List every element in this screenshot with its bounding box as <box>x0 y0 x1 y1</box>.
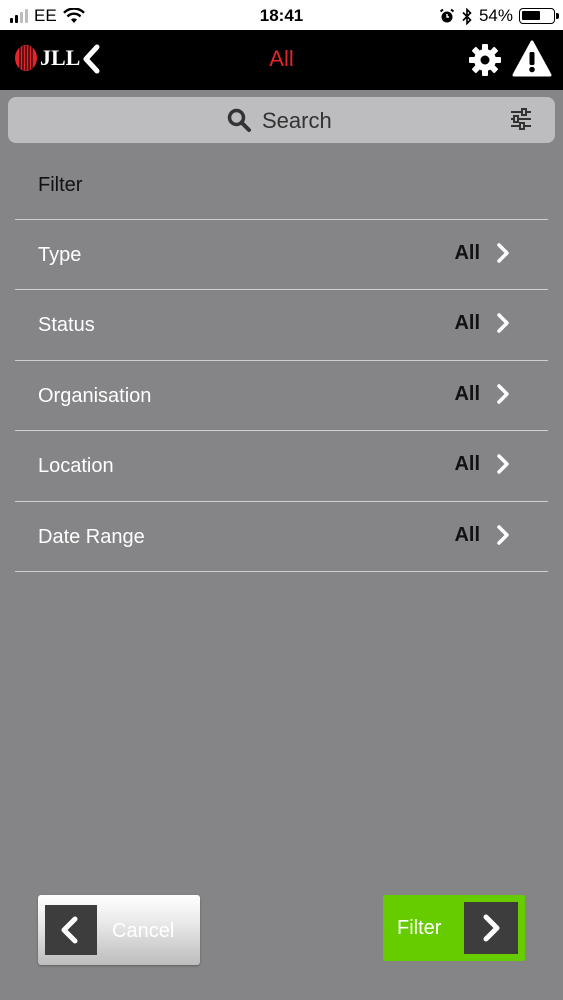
filter-button[interactable]: Filter <box>383 895 525 961</box>
search-input[interactable]: Search <box>262 108 332 134</box>
status-right: 54% <box>439 6 559 26</box>
battery-icon <box>519 8 559 24</box>
chevron-right-icon <box>497 454 509 474</box>
filter-row-organisation[interactable]: Organisation All <box>15 360 548 430</box>
filter-heading: Filter <box>38 174 83 196</box>
filter-label: Filter <box>397 917 442 939</box>
search-bar[interactable]: Search <box>8 97 555 143</box>
filter-row-date-range[interactable]: Date Range All <box>15 501 548 571</box>
app-header: JLL All <box>0 30 563 90</box>
cancel-label: Cancel <box>112 920 175 942</box>
filter-row-value: All <box>454 312 480 334</box>
gear-icon[interactable] <box>468 43 502 77</box>
filter-row-value: All <box>454 453 480 475</box>
filter-row-type[interactable]: Type All <box>15 219 548 289</box>
filter-row-label: Type <box>38 244 82 266</box>
chevron-right-icon <box>497 525 509 545</box>
warning-icon[interactable] <box>512 40 552 78</box>
filter-row-value: All <box>454 524 480 546</box>
filter-row-status[interactable]: Status All <box>15 289 548 359</box>
list-divider <box>15 571 548 572</box>
status-bar: EE 18:41 54% <box>0 0 563 30</box>
filter-row-value: All <box>454 242 480 264</box>
filter-row-label: Date Range <box>38 526 145 548</box>
filter-sliders-icon[interactable] <box>510 108 532 130</box>
filter-row-value: All <box>454 383 480 405</box>
filter-row-label: Location <box>38 455 114 477</box>
chevron-left-icon <box>45 905 97 955</box>
bluetooth-icon <box>462 7 472 25</box>
chevron-right-icon <box>497 384 509 404</box>
chevron-right-icon <box>497 313 509 333</box>
cancel-button[interactable]: Cancel <box>38 895 200 965</box>
filter-row-label: Status <box>38 314 95 336</box>
alarm-icon <box>439 8 455 23</box>
battery-percent: 54% <box>478 6 513 25</box>
filter-row-label: Organisation <box>38 385 152 407</box>
chevron-right-icon <box>464 902 518 954</box>
search-icon <box>227 108 251 132</box>
filter-row-location[interactable]: Location All <box>15 430 548 500</box>
chevron-right-icon <box>497 243 509 263</box>
